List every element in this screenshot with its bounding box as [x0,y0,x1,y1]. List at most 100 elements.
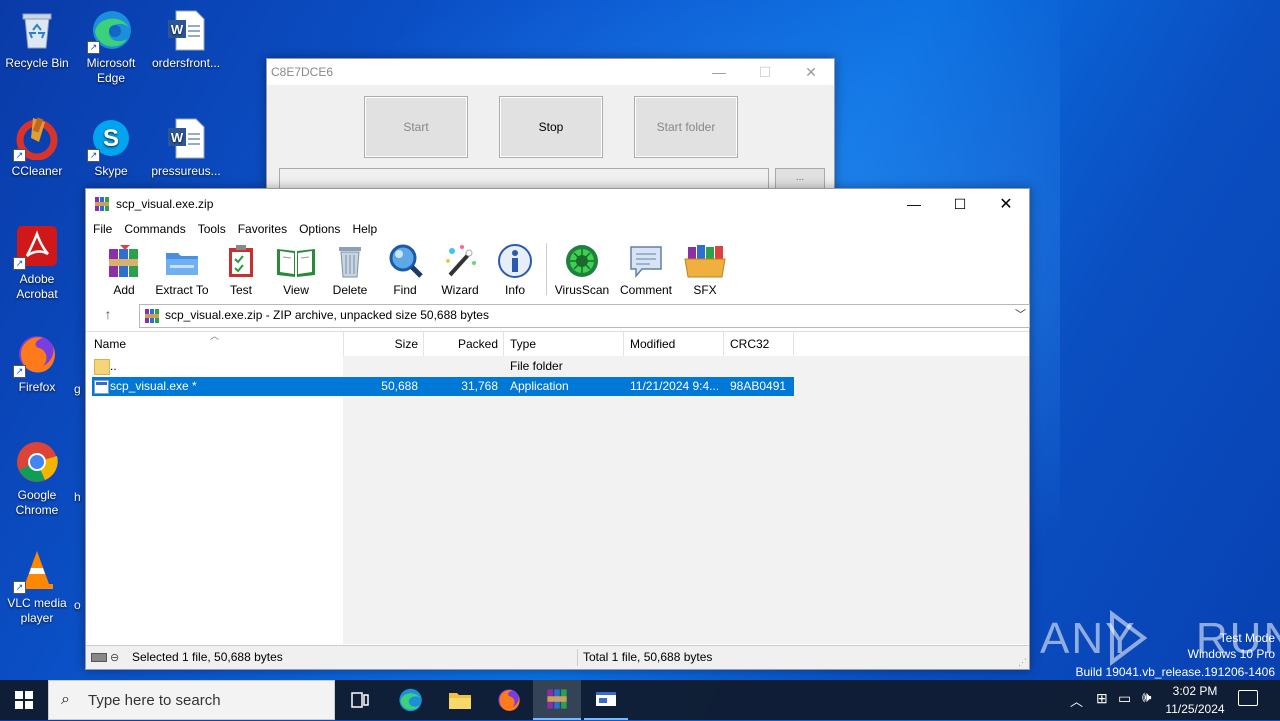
desktop-icon-edge[interactable]: ↗ Microsoft Edge [75,8,147,86]
column-header-type[interactable]: Type [510,332,620,356]
up-arrow-icon[interactable]: ↑ [100,306,116,322]
minimize-button[interactable]: — [891,189,937,219]
winrar-app-icon [94,196,110,212]
desktop-icon-skype[interactable]: S ↗ Skype [75,116,147,179]
menu-favorites[interactable]: Favorites [232,218,293,240]
desktop-icon-recycle-bin[interactable]: Recycle Bin [1,8,73,71]
taskbar-edge-icon[interactable] [390,680,430,720]
stop-button[interactable]: Stop [499,96,603,158]
winrar-title: scp_visual.exe.zip [116,197,214,211]
desktop-icon-label: Google Chrome [15,488,59,517]
clipped-label: o [74,598,81,612]
toolbar-label: VirusScan [554,283,610,297]
cell-crc32: 98AB0491 [730,379,787,393]
background-window[interactable]: C8E7DCE6 — ☐ ✕ Start Stop Start folder .… [266,58,835,195]
search-icon: ⌕ [61,691,70,708]
network-icon[interactable]: ⊞ [1096,690,1108,707]
tray-chevron-up-icon[interactable]: ︿ [1070,691,1083,710]
cell-size: 50,688 [381,379,418,393]
bg-window-title: C8E7DCE6 [271,65,334,79]
taskbar-file-explorer-icon[interactable] [440,680,480,720]
display-icon[interactable]: ▭ [1118,690,1131,707]
toolbar-info[interactable]: Info [497,243,533,297]
winrar-window[interactable]: scp_visual.exe.zip — ☐ ✕ File Commands T… [85,188,1030,670]
toolbar-test[interactable]: Test [222,243,260,297]
desktop-icon-chrome[interactable]: Google Chrome [1,440,73,518]
close-button[interactable]: ✕ [983,189,1029,219]
bg-window-titlebar[interactable]: C8E7DCE6 — ☐ ✕ [267,59,834,85]
desktop-icon-pressureus[interactable]: W pressureus... [150,116,222,179]
toolbar-delete[interactable]: Delete [330,243,370,297]
toolbar-view[interactable]: View [274,243,318,297]
test-clipboard-icon [223,243,259,279]
close-button[interactable]: ✕ [788,57,834,87]
column-header-modified[interactable]: Modified [630,332,720,356]
table-row-selected[interactable]: scp_visual.exe * 50,688 31,768 Applicati… [92,377,794,396]
desktop-icon-firefox[interactable]: ↗ Firefox [1,332,73,395]
notification-icon[interactable] [1238,690,1258,706]
desktop-icon-label: pressureus... [151,164,221,178]
taskbar-winrar-icon[interactable] [533,680,581,720]
search-box[interactable]: ⌕ Type here to search [48,680,335,720]
menu-tools[interactable]: Tools [192,218,232,240]
desktop-icon-ccleaner[interactable]: ↗ CCleaner [1,116,73,179]
clipped-label: h [74,490,81,504]
volume-icon[interactable]: 🕪 [1142,689,1151,706]
menu-options[interactable]: Options [293,218,346,240]
task-view-icon[interactable] [340,680,380,720]
start-folder-button[interactable]: Start folder [634,96,738,158]
minimize-button[interactable]: — [696,57,742,87]
clock-time[interactable]: 3:02 PM [1162,684,1228,698]
toolbar-label: Extract To [155,283,209,297]
toolbar-virusscan[interactable]: VirusScan [554,243,610,297]
desktop-icon-ordersfront[interactable]: W ordersfront... [150,8,222,71]
toolbar-comment[interactable]: Comment [618,243,674,297]
column-header-size[interactable]: Size [344,332,418,356]
start-button[interactable]: Start [364,96,468,158]
column-divider [503,332,504,356]
table-row-parent[interactable]: .. File folder [86,357,794,376]
desktop-icon-label: Skype [94,164,128,178]
status-divider [577,649,578,666]
column-header-crc32[interactable]: CRC32 [730,332,790,356]
taskbar-app-window-icon[interactable] [584,680,628,720]
shortcut-arrow-icon: ↗ [13,365,26,378]
toolbar-label: Comment [619,283,672,297]
toolbar-wizard[interactable]: Wizard [438,243,482,297]
menu-commands[interactable]: Commands [118,218,191,240]
chevron-down-icon[interactable]: ﹀ [1015,305,1026,326]
virus-icon [564,243,600,279]
watermark-build: Build 19041.vb_release.191206-1406 [1075,665,1276,679]
cell-name: .. [110,359,117,373]
winrar-titlebar[interactable]: scp_visual.exe.zip — ☐ ✕ [86,189,1029,219]
resize-grip-icon[interactable]: ⋰ [1018,657,1027,668]
toolbar-label: Add [113,283,135,297]
start-button[interactable] [0,680,48,720]
toolbar-label: Wizard [441,283,479,297]
taskbar-firefox-icon[interactable] [489,680,529,720]
toolbar-add[interactable]: Add [104,243,144,297]
word-doc-icon: W [164,8,208,52]
path-bar[interactable]: scp_visual.exe.zip - ZIP archive, unpack… [139,304,1030,328]
maximize-button[interactable]: ☐ [937,189,983,219]
shortcut-arrow-icon: ↗ [87,149,100,162]
desktop-icon-label: Adobe Acrobat [16,272,58,301]
menu-file[interactable]: File [86,218,118,240]
file-list[interactable]: Name ︿ Size Packed Type Modified CRC32 .… [86,331,1029,644]
desktop-icon-vlc[interactable]: ↗ VLC media player [1,548,73,626]
taskbar: ⌕ Type here to search ︿ ⊞ ▭ 🕪 3:02 PM 11… [0,680,1280,720]
column-header-packed[interactable]: Packed [424,332,498,356]
drive-icon [91,653,107,662]
toolbar-extract-to[interactable]: Extract To [155,243,209,297]
view-book-icon [275,243,317,279]
toolbar-find[interactable]: Find [385,243,425,297]
menu-help[interactable]: Help [346,218,383,240]
maximize-button[interactable]: ☐ [742,57,788,87]
desktop-icon-acrobat[interactable]: ↗ Adobe Acrobat [1,224,73,302]
clock-date[interactable]: 11/25/2024 [1160,702,1230,716]
toolbar-sfx[interactable]: SFX [684,243,726,297]
word-doc-icon: W [164,116,208,160]
toolbar-label: Delete [332,283,368,297]
acrobat-icon: ↗ [13,224,59,270]
cell-type: Application [510,379,569,393]
